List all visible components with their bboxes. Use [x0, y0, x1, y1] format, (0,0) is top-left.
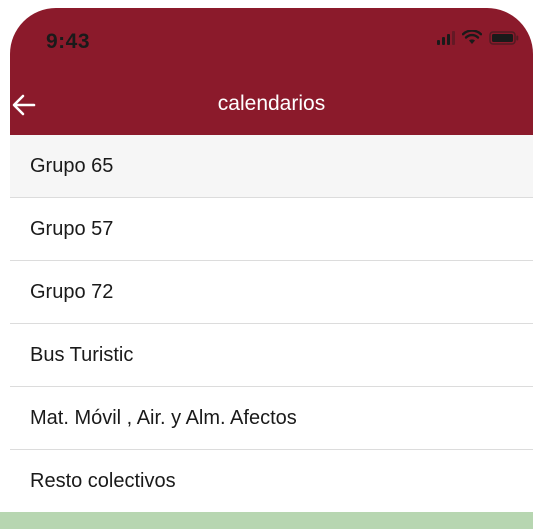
list-item-label: Mat. Móvil , Air. y Alm. Afectos	[30, 406, 297, 429]
page-title: calendarios	[217, 92, 326, 115]
list-item-label: Grupo 57	[30, 217, 114, 240]
status-icons	[437, 30, 519, 45]
signal-icon	[437, 30, 455, 45]
header: 9:43 calendarios	[10, 8, 533, 135]
nav-bar: calendarios	[10, 78, 533, 135]
app-screen: 9:43 calendarios Grupo 65 Grupo 57 Grupo…	[0, 0, 533, 529]
wifi-icon	[462, 30, 482, 45]
list-item-bus-turistic[interactable]: Bus Turistic	[10, 324, 533, 387]
list-item-resto-colectivos[interactable]: Resto colectivos	[10, 450, 533, 513]
list-item-label: Grupo 72	[30, 280, 114, 303]
status-time: 9:43	[46, 30, 91, 53]
phone-frame: 9:43 calendarios Grupo 65 Grupo 57 Grupo…	[10, 8, 533, 529]
list-item-grupo-57[interactable]: Grupo 57	[10, 198, 533, 261]
list-item-grupo-72[interactable]: Grupo 72	[10, 261, 533, 324]
list-item-mat-movil[interactable]: Mat. Móvil , Air. y Alm. Afectos	[10, 387, 533, 450]
list-item-label: Bus Turistic	[30, 343, 134, 366]
status-bar: 9:43	[10, 8, 533, 78]
left-edge	[0, 0, 10, 529]
list-item-grupo-65[interactable]: Grupo 65	[10, 135, 533, 198]
battery-icon	[489, 30, 519, 45]
bottom-bar	[0, 512, 533, 529]
calendar-list: Grupo 65 Grupo 57 Grupo 72 Bus Turistic …	[10, 135, 533, 513]
list-item-label: Resto colectivos	[30, 470, 176, 492]
list-item-label: Grupo 65	[30, 154, 114, 177]
